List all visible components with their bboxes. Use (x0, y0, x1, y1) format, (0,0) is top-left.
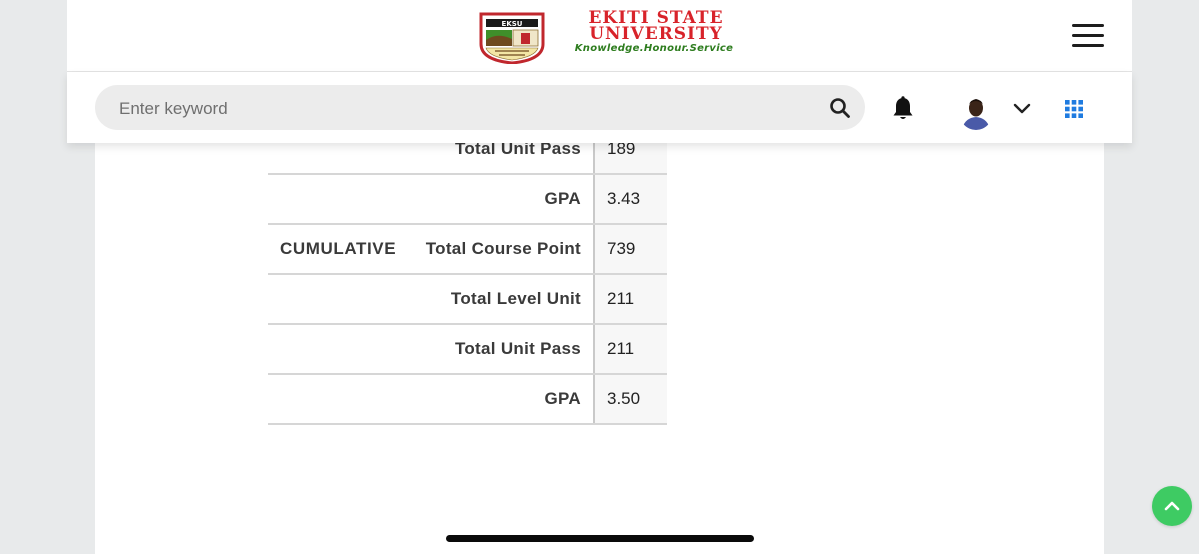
row-value: 3.43 (593, 174, 667, 225)
row-label: Total Level Unit (403, 274, 594, 325)
university-logo[interactable]: EKSU EKITI STATE UNIVERSITY Knowledge.Ho… (477, 10, 755, 64)
row-label: Total Unit Pass (403, 324, 594, 375)
row-value: 211 (593, 324, 667, 375)
university-name: EKITI STATE UNIVERSITY (551, 10, 761, 44)
table-row: Total Level Unit 211 (268, 274, 667, 325)
bell-icon[interactable] (891, 96, 915, 122)
table-row: GPA 3.50 (268, 374, 667, 425)
scroll-to-top-button[interactable] (1152, 486, 1192, 526)
top-header: EKSU EKITI STATE UNIVERSITY Knowledge.Ho… (67, 0, 1132, 72)
table-row: Total Unit Pass 211 (268, 324, 667, 375)
hamburger-menu-button[interactable] (1072, 24, 1104, 48)
crest-text: EKSU (502, 20, 523, 28)
row-section (268, 374, 403, 425)
row-label: GPA (403, 374, 594, 425)
chevron-down-icon[interactable] (1013, 102, 1031, 114)
row-value: 739 (593, 224, 667, 275)
row-section (268, 274, 403, 325)
home-indicator (446, 535, 754, 542)
row-section (268, 324, 403, 375)
table-row: CUMULATIVE Total Course Point 739 (268, 224, 667, 275)
search-box (95, 85, 865, 132)
chevron-up-icon (1164, 501, 1180, 511)
results-table: Total Unit Pass 189 GPA 3.43 CUMULATIVE … (268, 125, 667, 425)
row-section (268, 174, 403, 225)
row-value: 211 (593, 274, 667, 325)
user-photo (959, 94, 993, 130)
university-crest-icon: EKSU (479, 12, 545, 64)
university-motto: Knowledge.Honour.Service (574, 43, 734, 54)
menu-bar (1072, 34, 1104, 37)
row-label: Total Course Point (403, 224, 594, 275)
row-value: 3.50 (593, 374, 667, 425)
row-label: GPA (403, 174, 594, 225)
search-icon[interactable] (829, 97, 851, 119)
search-toolbar (67, 72, 1132, 143)
menu-bar (1072, 24, 1104, 27)
grid-apps-icon[interactable] (1065, 100, 1083, 118)
university-name-line2: UNIVERSITY (589, 24, 723, 44)
row-section: CUMULATIVE (268, 224, 403, 275)
menu-bar (1072, 44, 1104, 47)
user-avatar[interactable] (959, 94, 993, 130)
search-input[interactable] (117, 85, 811, 132)
table-row: GPA 3.43 (268, 174, 667, 225)
